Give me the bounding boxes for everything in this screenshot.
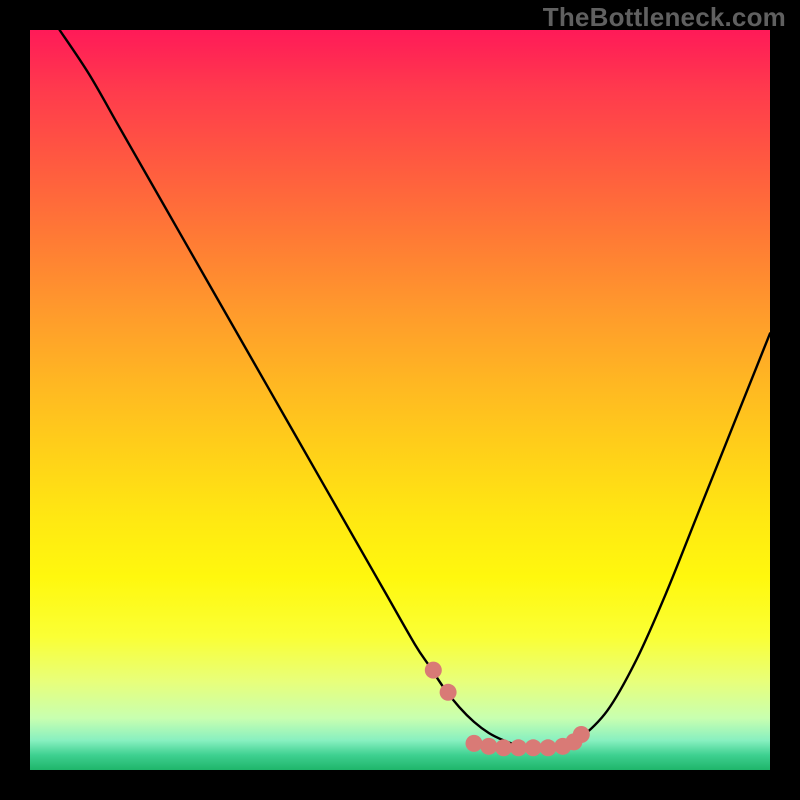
bottleneck-curve [60,30,770,748]
marker-dot [440,684,457,701]
watermark-text: TheBottleneck.com [543,2,786,33]
marker-dot [466,735,483,752]
plot-area [30,30,770,770]
curve-layer [30,30,770,770]
marker-dot [425,662,442,679]
marker-dot [510,739,527,756]
highlight-markers [425,662,590,757]
marker-dot [540,739,557,756]
marker-dot [573,726,590,743]
chart-frame: TheBottleneck.com [0,0,800,800]
marker-dot [525,739,542,756]
marker-dot [495,739,512,756]
marker-dot [480,738,497,755]
